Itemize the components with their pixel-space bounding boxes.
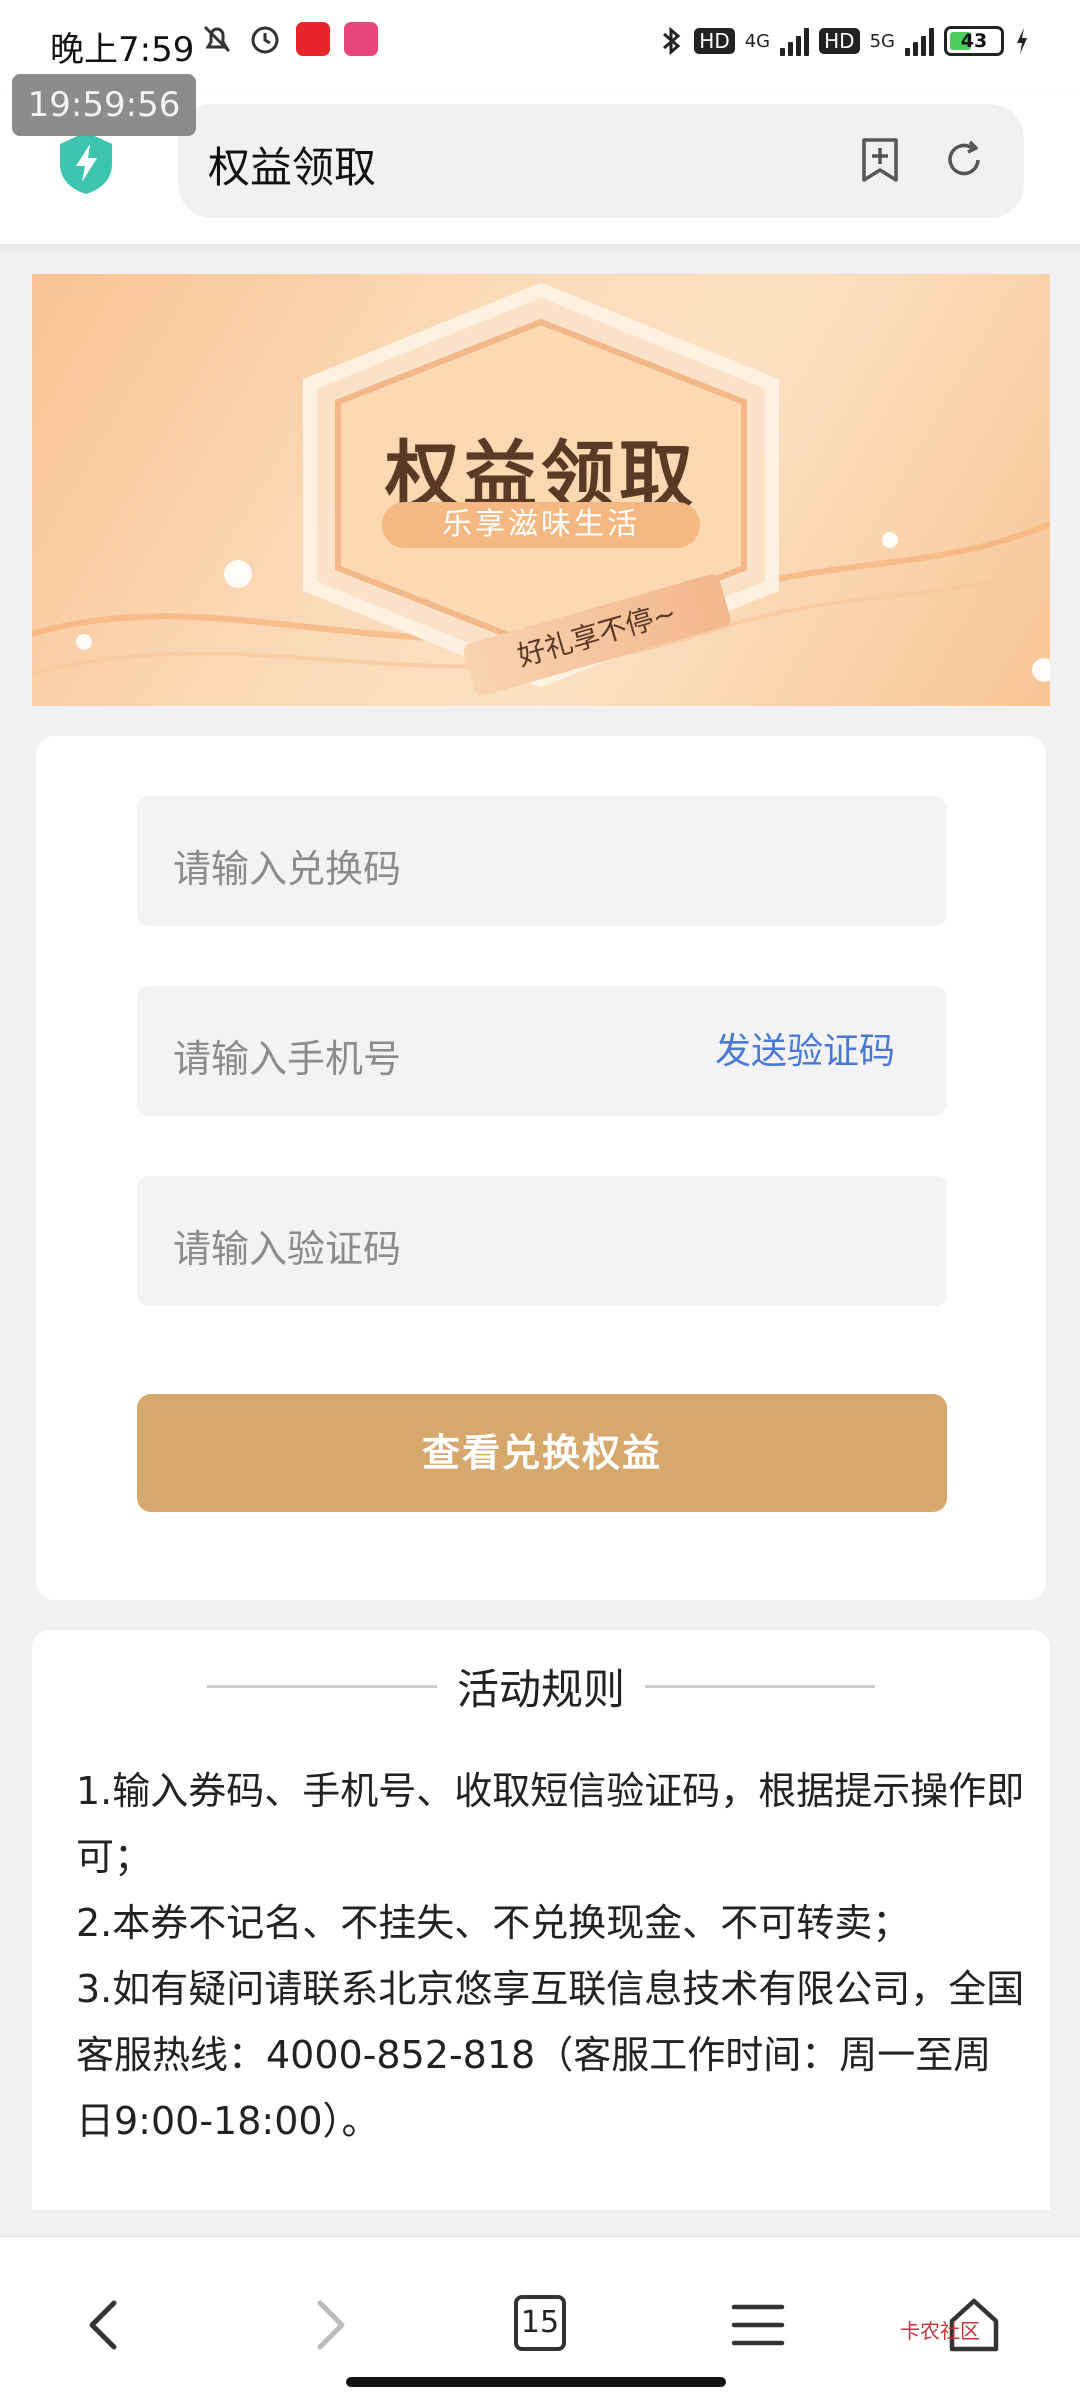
signal-bars-icon (780, 26, 810, 56)
shopping-app-icon (344, 22, 378, 56)
shield-icon[interactable] (56, 130, 116, 196)
tmall-app-icon (296, 22, 330, 56)
hd-badge-2: HD (819, 28, 860, 54)
rules-list: 1.输入券码、手机号、收取短信验证码，根据提示操作即可； 2.本券不记名、不挂失… (76, 1758, 1026, 2154)
rule-item: 2.本券不记名、不挂失、不兑换现金、不可转卖； (76, 1901, 911, 1945)
send-code-button[interactable]: 发送验证码 (715, 1022, 895, 1074)
battery-percent: 43 (960, 30, 988, 52)
watermark-text: 卡农社区 (900, 2319, 980, 2343)
charging-icon (1017, 28, 1027, 54)
floating-clock: 19:59:56 (12, 74, 196, 136)
rules-card: 活动规则 1.输入券码、手机号、收取短信验证码，根据提示操作即可； 2.本券不记… (32, 1630, 1050, 2210)
tabs-icon[interactable]: 15 (514, 2295, 566, 2351)
network-4g-label: 4G (744, 30, 771, 52)
redeem-code-field[interactable]: 请输入兑换码 (137, 796, 947, 926)
battery-icon: 43 (944, 26, 1004, 56)
network-5g-label: 5G (869, 30, 895, 52)
page-title: 权益领取 (208, 143, 377, 192)
verify-code-placeholder: 请输入验证码 (173, 1227, 402, 1271)
rule-item: 3.如有疑问请联系北京悠享互联信息技术有限公司，全国客服热线：4000-852-… (76, 1967, 1025, 2143)
divider-right (645, 1684, 875, 1688)
status-time: 晚上7:59 (50, 30, 195, 70)
divider-left (206, 1684, 437, 1688)
mute-bell-icon (203, 25, 231, 53)
phone-field[interactable]: 请输入手机号 发送验证码 (137, 986, 947, 1116)
bluetooth-icon (663, 26, 681, 56)
rules-header: 活动规则 (32, 1656, 1050, 1716)
hd-badge: HD (694, 28, 735, 54)
verify-code-field[interactable]: 请输入验证码 (137, 1176, 947, 1306)
redeem-code-placeholder: 请输入兑换码 (173, 847, 402, 891)
refresh-icon[interactable] (940, 136, 988, 184)
browser-bottom-nav: 15 卡农社区 (0, 2236, 1080, 2400)
back-icon[interactable] (76, 2295, 136, 2355)
address-bar[interactable]: 权益领取 (178, 104, 1024, 218)
status-left-icons (200, 22, 378, 56)
redeem-form: 请输入兑换码 请输入手机号 发送验证码 请输入验证码 查看兑换权益 (36, 736, 1046, 1600)
signal-bars-icon-2 (905, 26, 934, 56)
bookmark-add-icon[interactable] (856, 136, 904, 184)
phone-placeholder: 请输入手机号 (173, 1037, 402, 1081)
rule-item: 1.输入券码、手机号、收取短信验证码，根据提示操作即可； (76, 1769, 1025, 1879)
menu-icon[interactable] (728, 2295, 788, 2355)
banner-subtitle: 乐享滋味生活 (382, 502, 700, 548)
view-redeem-button[interactable]: 查看兑换权益 (137, 1394, 947, 1512)
forward-icon[interactable] (298, 2295, 358, 2355)
rules-title: 活动规则 (456, 1664, 625, 1714)
alarm-icon (251, 26, 279, 54)
status-right-icons: HD 4G HD 5G 43 (660, 24, 1030, 58)
promo-banner: 权益领取 乐享滋味生活 好礼享不停~ (32, 274, 1050, 706)
gesture-bar[interactable] (346, 2377, 726, 2387)
